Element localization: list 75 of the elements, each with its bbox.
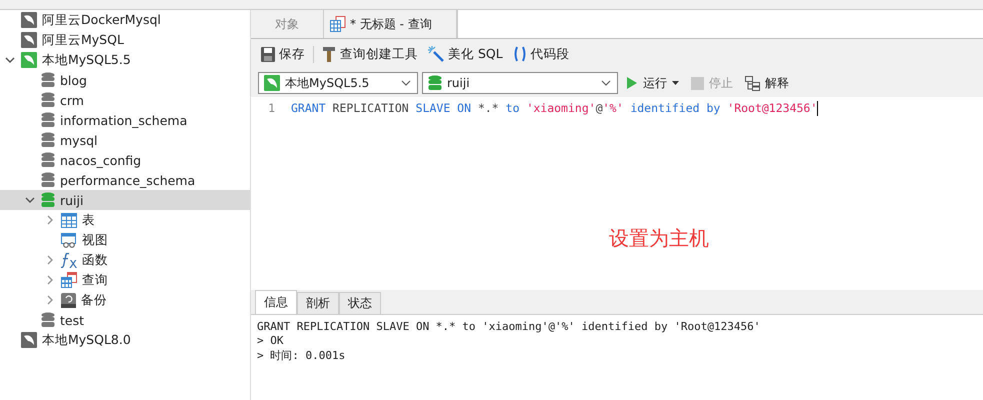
toolbar-button[interactable]: 代码段	[510, 46, 572, 62]
code-line: GRANT REPLICATION SLAVE ON *.* to 'xiaoming'@'%' identified by 'Root@123456'	[291, 101, 818, 115]
tree-item[interactable]: test	[0, 310, 250, 330]
tree-item-label: nacos_config	[60, 152, 142, 168]
tree-item[interactable]: information_schema	[0, 110, 250, 130]
parentheses-icon	[512, 46, 527, 62]
chevron-right-icon[interactable]	[46, 215, 54, 225]
tree-item-label: 函数	[82, 252, 108, 268]
tree-item-label: 阿里云DockerMysql	[42, 12, 161, 28]
tree-item-label: 表	[82, 212, 95, 228]
tree-item[interactable]: crm	[0, 90, 250, 110]
tab[interactable]: 状态	[339, 292, 381, 314]
tree-item[interactable]: blog	[0, 70, 250, 90]
table-icon	[61, 212, 77, 228]
tree-item[interactable]: 函数	[0, 250, 250, 270]
save-icon	[261, 46, 275, 62]
toolbar-button[interactable]: 保存	[259, 46, 307, 62]
chevron-down-icon	[601, 80, 611, 86]
tree-item[interactable]: 本地MySQL5.5	[0, 50, 250, 70]
view-icon	[61, 232, 77, 248]
tree-item-label: 视图	[82, 232, 108, 248]
connection-select[interactable]: 本地MySQL5.5	[258, 72, 418, 94]
tree-item[interactable]: mysql	[0, 130, 250, 150]
chevron-right-icon[interactable]	[46, 295, 54, 305]
tree-item-label: ruiji	[60, 192, 84, 208]
query-icon	[61, 272, 77, 288]
output-line: GRANT REPLICATION SLAVE ON *.* to 'xiaoming'@'%' identified by 'Root@123456'	[257, 320, 762, 334]
function-icon	[61, 252, 77, 268]
tree-item-label: blog	[60, 72, 87, 88]
output-line: > OK	[257, 334, 284, 348]
caret-icon	[672, 81, 679, 85]
tree-item[interactable]: 备份	[0, 290, 250, 310]
tree-item-label: 阿里云MySQL	[42, 32, 124, 48]
backup-icon	[61, 292, 76, 308]
tab[interactable]: 信息	[255, 290, 297, 314]
dolphin-icon	[264, 75, 280, 91]
chevron-down-icon[interactable]	[25, 196, 35, 204]
action-button[interactable]: 解释	[741, 74, 793, 92]
tree-item-label: 本地MySQL8.0	[42, 332, 131, 348]
tree-item[interactable]: 阿里云DockerMysql	[0, 10, 250, 30]
toolbar-button[interactable]: 美化 SQL	[426, 46, 505, 62]
tree-item-label: crm	[60, 92, 84, 108]
play-icon	[626, 76, 638, 90]
tree-item-label: 备份	[81, 292, 107, 308]
tree-item[interactable]: 查询	[0, 270, 250, 290]
database-icon	[428, 75, 442, 91]
line-number: 1	[267, 101, 276, 115]
magic-wand-icon	[428, 46, 444, 62]
hammer-icon	[322, 46, 336, 62]
tree-item[interactable]: performance_schema	[0, 170, 250, 190]
tree-item[interactable]: 表	[0, 210, 250, 230]
tree-item-label: mysql	[60, 132, 98, 148]
tree-item-label: performance_schema	[60, 172, 196, 188]
stop-icon	[691, 76, 704, 90]
tree-item[interactable]: nacos_config	[0, 150, 250, 170]
toolbar-button[interactable]: 查询创建工具	[313, 46, 420, 62]
tab[interactable]: 剖析	[297, 292, 339, 314]
query-icon	[330, 16, 346, 32]
chevron-right-icon[interactable]	[46, 255, 54, 265]
tree-item-label: 查询	[82, 272, 108, 288]
tree-item[interactable]: 阿里云MySQL	[0, 30, 250, 50]
tree-item-label: 本地MySQL5.5	[42, 52, 131, 68]
annotation-text: 设置为主机	[609, 225, 709, 252]
action-button[interactable]: 运行	[622, 74, 683, 92]
tree-item-label: information_schema	[60, 112, 188, 128]
tree-item-label: test	[60, 312, 84, 328]
chevron-down-icon	[401, 80, 411, 86]
tree-item[interactable]: 本地MySQL8.0	[0, 330, 250, 350]
chevron-down-icon[interactable]	[5, 56, 15, 64]
database-select[interactable]: ruiji	[422, 72, 618, 94]
tree-item[interactable]: ruiji	[0, 190, 250, 210]
chevron-right-icon[interactable]	[46, 275, 54, 285]
explain-icon	[745, 76, 760, 90]
tree-item[interactable]: 视图	[0, 230, 250, 250]
output-line: > 时间: 0.001s	[257, 348, 346, 362]
